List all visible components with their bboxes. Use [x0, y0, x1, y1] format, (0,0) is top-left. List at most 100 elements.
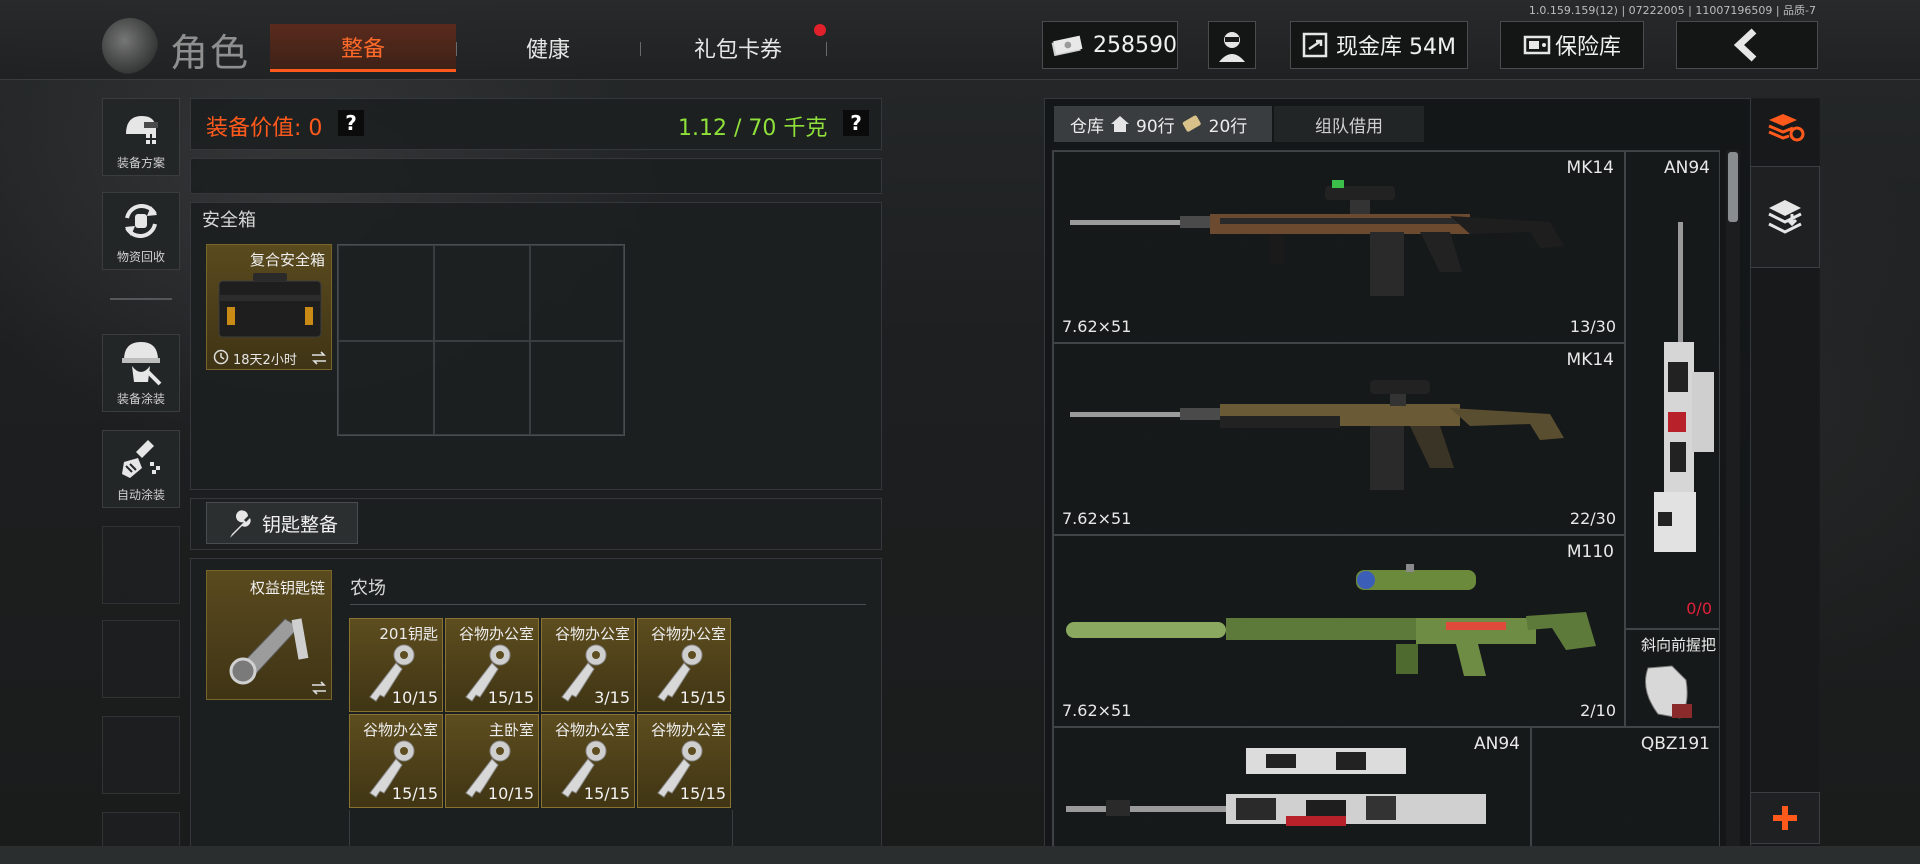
- sort-stack-icon: [1768, 114, 1805, 142]
- layers-download-icon: [1768, 200, 1802, 234]
- key-loadout-label: 钥匙整备: [261, 513, 338, 536]
- add-button[interactable]: [1750, 792, 1820, 844]
- back-arrow-icon: [1733, 28, 1757, 62]
- nav-label: 自动涂装: [116, 488, 165, 502]
- keychain-item[interactable]: 权益钥匙链: [206, 570, 332, 700]
- key-count: 15/15: [391, 784, 438, 803]
- cash-vault-button[interactable]: 现金库 54M: [1290, 21, 1468, 69]
- tab-team-borrow[interactable]: 组队借用: [1274, 106, 1424, 142]
- swap-icon: [312, 351, 326, 365]
- key-count: 10/15: [487, 784, 534, 803]
- key-loadout-button[interactable]: 钥匙整备: [206, 502, 358, 544]
- tab-health[interactable]: 健康: [460, 24, 636, 72]
- nav-recycle[interactable]: 物资回收: [102, 192, 180, 270]
- safebox-case-icon: [218, 273, 322, 338]
- back-button[interactable]: [1676, 21, 1818, 69]
- operator-button[interactable]: [1208, 21, 1256, 69]
- key-count: 15/15: [679, 688, 726, 707]
- warehouse-grid: MK14 7.62×51 13/30 MK14 7.62×51 22/30 M1…: [1052, 150, 1720, 864]
- safe-icon: [1523, 35, 1551, 55]
- tab-label: 礼包卡券: [693, 38, 782, 63]
- grid-slot[interactable]: [530, 245, 624, 341]
- weapon-slot-an94-bottom[interactable]: AN94: [1053, 727, 1531, 863]
- nav-auto-paint[interactable]: 自动涂装: [102, 430, 180, 508]
- key-count: 15/15: [679, 784, 726, 803]
- warehouse-scrollbar-track[interactable]: [1726, 150, 1740, 864]
- grid-slot[interactable]: [434, 341, 530, 435]
- key-item[interactable]: 谷物办公室 15/15: [637, 618, 731, 712]
- safe-vault-button[interactable]: 保险库: [1500, 21, 1644, 69]
- nav-divider: [110, 298, 172, 300]
- currency-amount: 258590: [1093, 32, 1177, 58]
- cash-vault-label: 现金库 54M: [1336, 35, 1456, 60]
- safebox-title: 安全箱: [202, 210, 256, 231]
- key-name: 谷物办公室: [362, 721, 438, 739]
- grid-slot[interactable]: [530, 341, 624, 435]
- key-count: 3/15: [594, 688, 630, 707]
- helmet-plan-icon: [126, 116, 158, 144]
- key-name: 谷物办公室: [554, 721, 630, 739]
- weapon-slot-mk14-1[interactable]: MK14 7.62×51 13/30: [1053, 151, 1625, 343]
- empty-nav-slot: [102, 716, 180, 794]
- key-count: 15/15: [487, 688, 534, 707]
- version-text: 1.0.159.159(12) | 07222005 | 11007196509…: [1528, 4, 1816, 17]
- warehouse-scrollbar-thumb[interactable]: [1728, 152, 1738, 222]
- safebox-grid: [337, 244, 625, 436]
- key-item[interactable]: 谷物办公室 15/15: [637, 714, 731, 808]
- keychain-icon: [229, 618, 309, 685]
- weight-display: 1.12 / 70 千克: [678, 116, 828, 141]
- clock-icon: [213, 349, 229, 365]
- operator-icon: [1219, 32, 1245, 62]
- grid-slot[interactable]: [338, 245, 434, 341]
- weapon-slot-an94-vertical[interactable]: AN94 0/0: [1625, 151, 1719, 629]
- grid-slot[interactable]: [434, 245, 530, 341]
- page-title: 角色: [170, 31, 251, 75]
- weapon-slot-m110[interactable]: M110 7.62×51 2/10: [1053, 535, 1625, 727]
- weapon-caliber: 7.62×51: [1062, 317, 1132, 336]
- empty-strip: [190, 158, 882, 194]
- key-item[interactable]: 主卧室 10/15: [445, 714, 539, 808]
- game-screen: 1.0.159.159(12) | 07222005 | 11007196509…: [0, 0, 1920, 864]
- safebox-item[interactable]: 复合安全箱 18天2小时: [206, 244, 332, 370]
- tab-warehouse[interactable]: 仓库 90行 20行: [1054, 106, 1272, 142]
- weapon-name: AN94: [1664, 158, 1710, 178]
- tab-gift-cards[interactable]: 礼包卡券: [650, 24, 826, 72]
- weapon-name: MK14: [1566, 158, 1614, 178]
- weapon-slot-mk14-2[interactable]: MK14 7.62×51 22/30: [1053, 343, 1625, 535]
- tab-loadout[interactable]: 整备: [270, 24, 456, 72]
- weapon-ammo: 0/0: [1686, 599, 1712, 618]
- key-location-title: 农场: [350, 578, 386, 599]
- weapon-caliber: 7.62×51: [1062, 509, 1132, 528]
- key-name: 201钥匙: [379, 625, 438, 643]
- nav-equipment-paint[interactable]: 装备涂装: [102, 334, 180, 412]
- grid-slot[interactable]: [338, 341, 434, 435]
- vault-icon: [1302, 32, 1328, 58]
- key-item[interactable]: 谷物办公室 15/15: [349, 714, 443, 808]
- an94-vertical-rifle-icon: [1654, 222, 1714, 552]
- empty-nav-slot: [102, 620, 180, 698]
- tab-divider: [456, 42, 457, 56]
- help-glyph: ?: [850, 111, 862, 135]
- team-borrow-label: 组队借用: [1315, 116, 1383, 137]
- attachment-slot-grip[interactable]: 斜向前握把: [1625, 629, 1719, 727]
- store-all-button[interactable]: [1750, 166, 1820, 268]
- key-name: 谷物办公室: [650, 721, 726, 739]
- weapon-ammo: 13/30: [1569, 317, 1616, 336]
- key-item[interactable]: 谷物办公室 3/15: [541, 618, 635, 712]
- key-item[interactable]: 谷物办公室 15/15: [541, 714, 635, 808]
- keychain-name: 权益钥匙链: [249, 579, 325, 597]
- key-item[interactable]: 谷物办公室 15/15: [445, 618, 539, 712]
- value-help-button[interactable]: ?: [338, 110, 364, 136]
- weapon-slot-qbz191[interactable]: QBZ191: [1531, 727, 1719, 863]
- plus-icon: [1773, 806, 1797, 830]
- nav-loadout-plan[interactable]: 装备方案: [102, 98, 180, 176]
- sort-stack-button[interactable]: [1754, 100, 1816, 154]
- weapon-name: AN94: [1474, 734, 1520, 754]
- safebox-timer: 18天2小时: [233, 353, 297, 368]
- faction-logo-icon: [102, 18, 158, 74]
- wrench-icon: [229, 510, 251, 538]
- location-divider: [350, 604, 866, 605]
- weight-help-button[interactable]: ?: [843, 110, 869, 136]
- weapon-name: M110: [1566, 542, 1614, 562]
- key-item[interactable]: 201钥匙 10/15: [349, 618, 443, 712]
